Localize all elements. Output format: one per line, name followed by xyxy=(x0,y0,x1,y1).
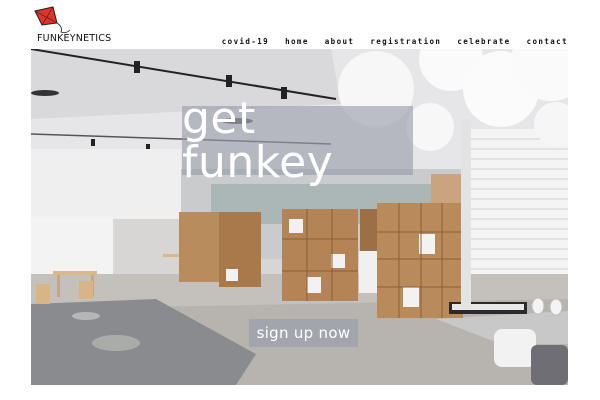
brand-logo[interactable]: FUNKEYNETICS xyxy=(33,5,113,47)
nav-item-registration[interactable]: registration xyxy=(370,37,441,46)
hero-section: get funkey sign up now xyxy=(31,49,568,385)
hero-headline: get funkey xyxy=(182,92,334,188)
nav-item-contact[interactable]: contact xyxy=(527,37,568,46)
sign-up-button[interactable]: sign up now xyxy=(249,319,358,347)
nav-item-covid[interactable]: covid-19 xyxy=(222,37,269,46)
headline-overlay: get funkey xyxy=(182,96,413,184)
nav-item-home[interactable]: home xyxy=(285,37,309,46)
nav-item-about[interactable]: about xyxy=(325,37,355,46)
nav-item-celebrate[interactable]: celebrate xyxy=(457,37,510,46)
kite-icon xyxy=(34,6,71,34)
brand-wordmark: FUNKEYNETICS xyxy=(37,33,112,44)
main-nav: covid-19 home about registration celebra… xyxy=(222,37,568,46)
